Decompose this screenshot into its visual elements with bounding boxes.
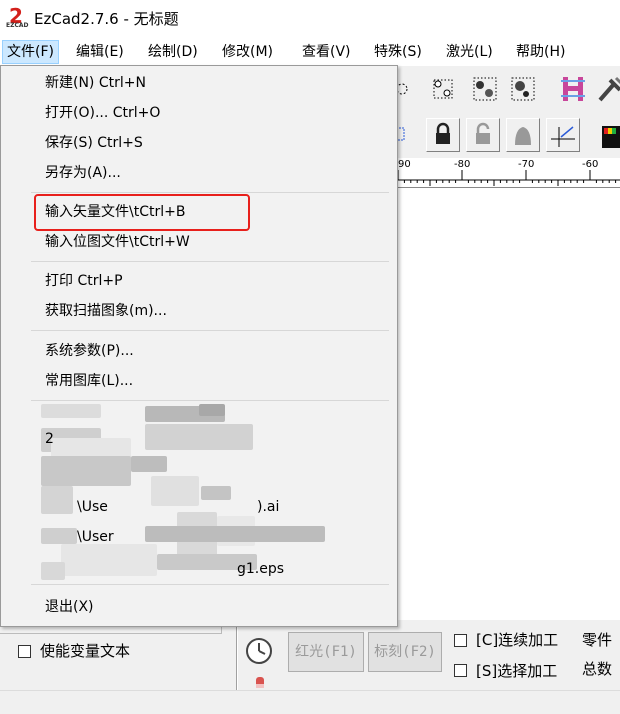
horizontal-ruler: 90 -80 -70 -60 [396,158,620,188]
ezcad-logo-icon: 2 EZCAD [6,4,29,30]
recent-file-fragment: ).ai [257,499,280,515]
menu-item-library[interactable]: 常用图库(L)... [45,368,133,394]
menu-item-system-params[interactable]: 系统参数(P)... [45,338,134,364]
red-light-button[interactable]: 红光(F1) [288,632,364,672]
menu-item-save-as[interactable]: 另存为(A)... [45,160,121,186]
recent-file-fragment: \User [77,529,114,545]
parts-label: 零件 [582,631,613,649]
menu-edit[interactable]: 编辑(E) [72,40,128,64]
unlock-icon[interactable] [466,118,500,152]
menu-separator [31,584,389,585]
menu-draw[interactable]: 绘制(D) [144,40,202,64]
unlock-all-icon[interactable] [506,118,540,152]
enable-var-text-checkbox[interactable] [18,645,31,658]
ruler-label: -80 [454,159,471,170]
menu-file[interactable]: 文件(F) [2,40,59,64]
lock-icon[interactable] [426,118,460,152]
panel-separator [236,626,238,690]
node-group-icon[interactable] [468,72,502,106]
hatch-tool-icon[interactable] [556,72,590,106]
menu-separator [31,192,389,193]
ruler-label: -60 [582,159,599,170]
ruler-label: -70 [518,159,535,170]
wrench-tool-icon[interactable] [594,72,620,106]
menu-item-exit[interactable]: 退出(X) [45,594,94,620]
drawing-canvas[interactable] [396,188,620,620]
continuous-checkbox[interactable] [454,634,467,647]
clock-icon [244,636,274,666]
menu-help[interactable]: 帮助(H) [512,40,569,64]
coordinate-icon[interactable] [546,118,580,152]
menu-item-new[interactable]: 新建(N) Ctrl+N [45,70,146,96]
enable-var-text-label: 使能变量文本 [40,642,131,660]
menu-laser[interactable]: 激光(L) [442,40,497,64]
title-bar: 2 EZCAD EzCad2.7.6 - 无标题 [0,0,620,36]
node-tool-icon[interactable] [396,72,430,106]
toolbar-lock [389,112,620,158]
menu-separator [31,400,389,401]
ezcad-window: 2 EZCAD EzCad2.7.6 - 无标题 文件(F) 编辑(E) 绘制(… [0,0,620,714]
file-menu-dropdown: 新建(N) Ctrl+N 打开(O)... Ctrl+O 保存(S) Ctrl+… [0,65,398,627]
menu-separator [31,330,389,331]
recent-file-fragment: g1.eps [237,561,285,577]
color-palette-icon[interactable] [592,118,620,152]
menu-item-import-bitmap[interactable]: 输入位图文件\tCtrl+W [45,229,190,255]
select-box-icon[interactable] [389,118,430,152]
node-ungroup-icon[interactable] [506,72,540,106]
mark-button[interactable]: 标刻(F2) [368,632,442,672]
toolbar-nodes [396,66,620,112]
annotation-highlight-box [34,194,250,231]
logo-text: EZCAD [6,22,29,29]
ruler-label: 90 [398,159,411,170]
menu-item-open[interactable]: 打开(O)... Ctrl+O [45,100,160,126]
status-indicator-icon [254,676,266,688]
total-label: 总数 [582,660,613,678]
menu-view[interactable]: 查看(V) [298,40,355,64]
selected-label: [S]选择加工 [476,662,558,680]
status-bar [0,690,620,714]
recent-file-fragment: 2 [45,431,54,447]
node-select-icon[interactable] [428,72,462,106]
selected-checkbox[interactable] [454,664,467,677]
menu-item-print[interactable]: 打印 Ctrl+P [45,268,123,294]
continuous-label: [C]连续加工 [476,631,559,649]
recent-file-fragment: \Use [77,499,108,515]
menu-special[interactable]: 特殊(S) [370,40,426,64]
menu-modify[interactable]: 修改(M) [218,40,277,64]
window-title: EzCad2.7.6 - 无标题 [34,10,179,28]
menu-item-scan[interactable]: 获取扫描图象(m)... [45,298,167,324]
menu-bar: 文件(F) 编辑(E) 绘制(D) 修改(M) 查看(V) 特殊(S) 激光(L… [0,36,620,66]
menu-item-save[interactable]: 保存(S) Ctrl+S [45,130,143,156]
menu-separator [31,261,389,262]
